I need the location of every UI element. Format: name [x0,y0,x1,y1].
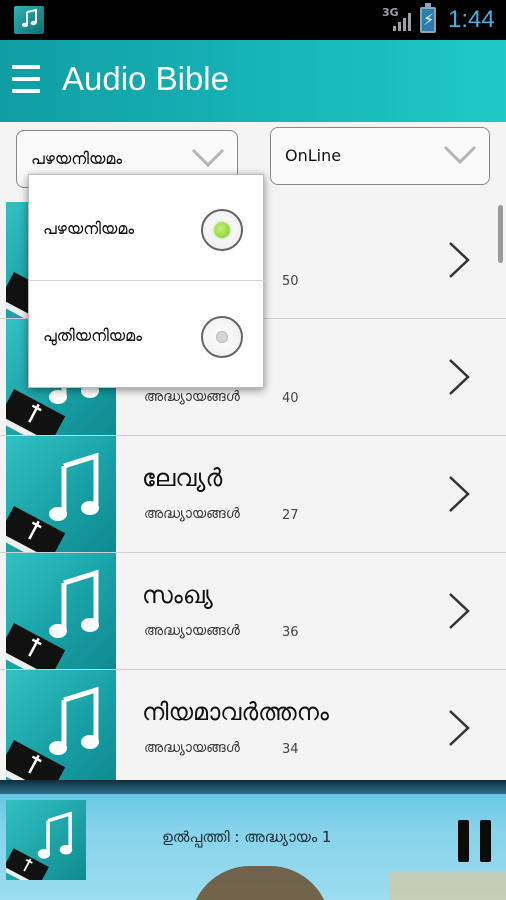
book-thumbnail [6,670,116,786]
chevron-down-icon [191,148,225,168]
audio-player: ഉൽപ്പത്തി : അദ്ധ്യായം 1 [0,780,506,900]
book-thumbnail [6,436,116,552]
book-title: ലേവ്യർ [142,464,223,492]
chevron-right-icon[interactable] [446,591,472,635]
pause-icon[interactable] [458,820,494,862]
action-bar: Audio Bible [0,40,506,122]
app-title: Audio Bible [62,60,229,97]
radio-selected[interactable] [201,209,243,251]
dropdown-option-old-testament[interactable]: പഴയനിയമം [29,175,265,281]
book-thumbnail [6,553,116,669]
chevron-right-icon[interactable] [446,708,472,752]
background-artwork [390,872,506,900]
chevron-down-icon [443,145,477,165]
testament-spinner-value: പഴയനിയമം [31,149,123,168]
book-row[interactable]: നിയമാവർത്തനം അദ്ധ്യായങ്ങൾ 34 [0,670,506,787]
radio-unselected[interactable] [201,316,243,358]
now-playing-label: ഉൽപ്പത്തി : അദ്ധ്യായം 1 [162,828,332,846]
dropdown-option-label: പുതിയനിയമം [43,326,142,345]
player-thumbnail [6,800,86,880]
chapters-label: അദ്ധ്യായങ്ങൾ [144,623,240,639]
chapters-label: അദ്ധ്യായങ്ങൾ [144,740,240,756]
app-notification-icon [14,6,44,34]
book-title: നിയമാവർത്തനം [142,698,329,726]
battery-icon: ⚡ [420,3,436,33]
chapter-count: 50 [282,274,299,289]
dropdown-option-label: പഴയനിയമം [43,219,135,238]
source-spinner[interactable]: OnLine [270,127,490,185]
chapters-label: അദ്ധ്യായങ്ങൾ [144,506,240,522]
status-bar: 3G ⚡ 1:44 [0,0,506,40]
book-row[interactable]: സംഖ്യ അദ്ധ്യായങ്ങൾ 36 [0,553,506,670]
chapter-count: 34 [282,742,299,757]
testament-dropdown: പഴയനിയമം പുതിയനിയമം [28,174,265,388]
clock: 1:44 [448,6,495,33]
menu-icon[interactable] [12,65,40,95]
chapter-count: 27 [282,508,299,523]
source-spinner-value: OnLine [285,146,342,165]
chevron-right-icon[interactable] [446,240,472,284]
chapters-label: അദ്ധ്യായങ്ങൾ [144,389,240,405]
signal-icon [393,13,411,31]
chapter-count: 36 [282,625,299,640]
book-title: സംഖ്യ [142,581,213,609]
chevron-right-icon[interactable] [446,357,472,401]
chevron-right-icon[interactable] [446,474,472,518]
scrollbar[interactable] [498,205,503,263]
chapter-count: 40 [282,391,299,406]
player-divider [0,780,506,794]
book-row[interactable]: ലേവ്യർ അദ്ധ്യായങ്ങൾ 27 [0,436,506,553]
background-artwork [190,866,330,900]
dropdown-option-new-testament[interactable]: പുതിയനിയമം [29,282,265,388]
